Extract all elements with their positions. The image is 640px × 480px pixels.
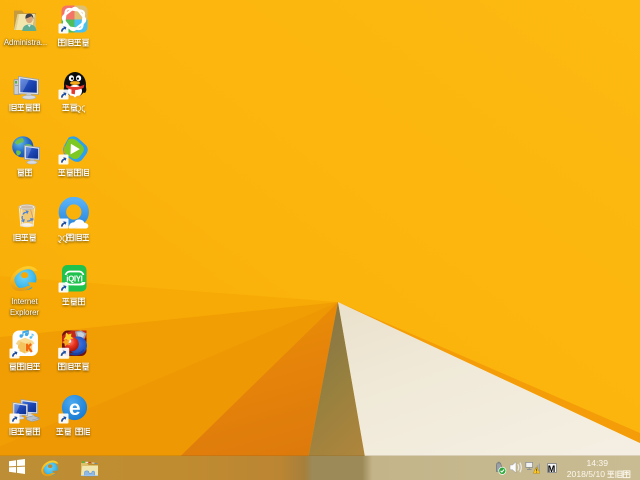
svg-text:QQ: QQ	[75, 104, 85, 113]
svg-text:e: e	[68, 397, 80, 420]
svg-text:iQIYI: iQIYI	[66, 275, 82, 284]
